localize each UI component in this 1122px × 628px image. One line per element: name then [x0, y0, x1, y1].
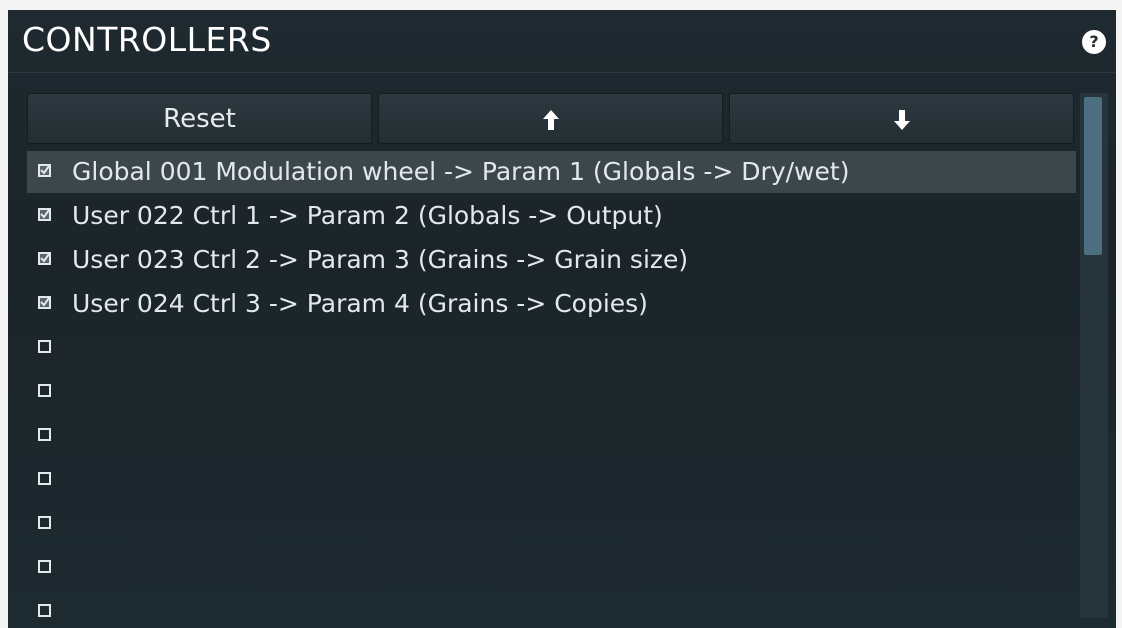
checkmark-icon — [40, 297, 50, 307]
controller-label: User 023 Ctrl 2 -> Param 3 (Grains -> Gr… — [72, 245, 689, 274]
move-up-button[interactable] — [378, 93, 723, 144]
move-down-button[interactable] — [729, 93, 1074, 144]
checkmark-icon — [40, 253, 50, 263]
checkbox-checked[interactable] — [38, 252, 51, 265]
checkbox-checked[interactable] — [38, 296, 51, 309]
checkmark-icon — [40, 209, 50, 219]
controller-label: User 024 Ctrl 3 -> Param 4 (Grains -> Co… — [72, 289, 648, 318]
arrow-up-icon — [542, 109, 559, 130]
controller-row[interactable] — [27, 327, 1076, 369]
controller-row[interactable] — [27, 503, 1076, 545]
controller-list[interactable]: Global 001 Modulation wheel -> Param 1 (… — [27, 151, 1076, 621]
controller-row[interactable] — [27, 371, 1076, 413]
checkbox-checked[interactable] — [38, 164, 51, 177]
checkbox-unchecked[interactable] — [38, 516, 51, 529]
controller-row[interactable] — [27, 415, 1076, 457]
checkbox-unchecked[interactable] — [38, 604, 51, 617]
controller-row[interactable] — [27, 591, 1076, 628]
panel-header: CONTROLLERS ? — [8, 10, 1116, 73]
controller-label: User 022 Ctrl 1 -> Param 2 (Globals -> O… — [72, 201, 663, 230]
checkmark-icon — [40, 165, 50, 175]
controller-row[interactable] — [27, 547, 1076, 589]
controller-row[interactable] — [27, 459, 1076, 501]
checkbox-checked[interactable] — [38, 208, 51, 221]
checkbox-unchecked[interactable] — [38, 560, 51, 573]
arrow-down-icon — [893, 109, 910, 130]
controllers-panel: CONTROLLERS ? Reset Global 001 Modulatio… — [8, 10, 1116, 628]
reset-button[interactable]: Reset — [27, 93, 372, 144]
scrollbar-track[interactable] — [1080, 93, 1108, 618]
controller-row[interactable]: User 022 Ctrl 1 -> Param 2 (Globals -> O… — [27, 195, 1076, 237]
help-icon[interactable]: ? — [1082, 30, 1106, 54]
checkbox-unchecked[interactable] — [38, 472, 51, 485]
controller-label: Global 001 Modulation wheel -> Param 1 (… — [72, 157, 850, 186]
checkbox-unchecked[interactable] — [38, 340, 51, 353]
panel-title: CONTROLLERS — [22, 20, 272, 59]
toolbar: Reset — [27, 93, 1074, 146]
controller-row[interactable]: User 023 Ctrl 2 -> Param 3 (Grains -> Gr… — [27, 239, 1076, 281]
controller-row[interactable]: Global 001 Modulation wheel -> Param 1 (… — [27, 151, 1076, 193]
checkbox-unchecked[interactable] — [38, 428, 51, 441]
controller-row[interactable]: User 024 Ctrl 3 -> Param 4 (Grains -> Co… — [27, 283, 1076, 325]
checkbox-unchecked[interactable] — [38, 384, 51, 397]
scrollbar-thumb[interactable] — [1084, 97, 1102, 255]
